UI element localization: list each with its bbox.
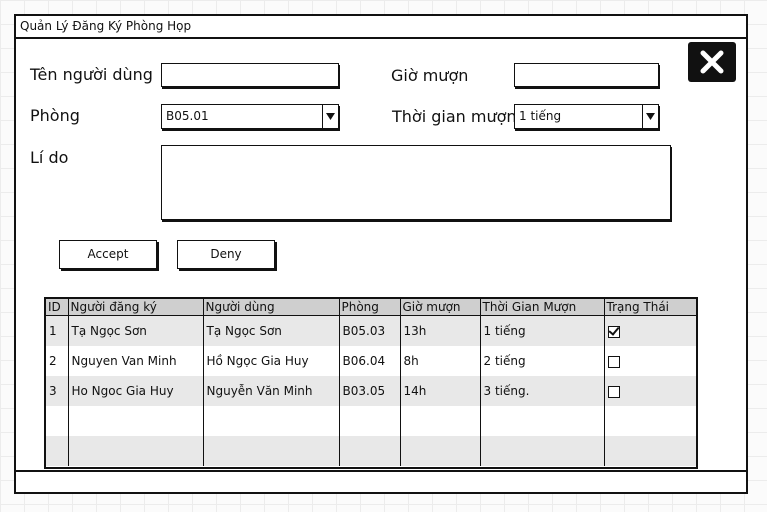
main-window: Quản Lý Đăng Ký Phòng Họp Tên người dùng… — [14, 14, 748, 494]
column-header-room[interactable]: Phòng — [339, 299, 401, 316]
duration-select-value: 1 tiếng — [519, 109, 562, 123]
cell-user: Hồ Ngọc Gia Huy — [203, 346, 340, 376]
cell-id: 2 — [46, 346, 69, 376]
table-row[interactable]: 1 Tạ Ngọc Sơn Tạ Ngọc Sơn B05.03 13h 1 t… — [46, 315, 696, 346]
accept-button[interactable]: Accept — [59, 240, 157, 269]
cell-room: B06.04 — [339, 346, 401, 376]
cell-time: 8h — [400, 346, 481, 376]
column-header-registrant[interactable]: Người đăng ký — [68, 299, 204, 316]
close-icon — [700, 50, 724, 74]
table-row[interactable]: 2 Nguyen Van Minh Hồ Ngọc Gia Huy B06.04… — [46, 346, 696, 376]
cell-registrant: Ho Ngoc Gia Huy — [68, 376, 204, 406]
column-header-time[interactable]: Giờ mượn — [400, 299, 481, 316]
deny-button[interactable]: Deny — [177, 240, 275, 269]
cell-user: Tạ Ngọc Sơn — [203, 315, 340, 346]
cell-duration: 2 tiếng — [480, 346, 605, 376]
column-header-status[interactable]: Trạng Thái — [604, 299, 696, 316]
checkbox-icon[interactable] — [607, 325, 620, 338]
cell-duration: 3 tiếng. — [480, 376, 605, 406]
table-row[interactable]: 3 Ho Ngoc Gia Huy Nguyễn Văn Minh B03.05… — [46, 376, 696, 406]
cell-status — [604, 315, 696, 346]
close-button[interactable] — [688, 42, 736, 82]
user-input[interactable] — [161, 63, 339, 87]
cell-status — [604, 346, 696, 376]
column-header-user[interactable]: Người dùng — [203, 299, 340, 316]
time-label: Giờ mượn — [391, 66, 469, 85]
table-row-empty — [46, 436, 696, 466]
cell-duration: 1 tiếng — [480, 315, 605, 346]
status-bar — [16, 470, 746, 492]
table-row-empty — [46, 406, 696, 436]
chevron-down-icon[interactable] — [322, 105, 338, 128]
cell-user: Nguyễn Văn Minh — [203, 376, 340, 406]
table-header-row: ID Người đăng ký Người dùng Phòng Giờ mư… — [46, 299, 696, 316]
reason-label: Lí do — [30, 148, 69, 167]
room-select-value: B05.01 — [166, 109, 209, 123]
cell-time: 13h — [400, 315, 481, 346]
chevron-down-icon[interactable] — [642, 105, 658, 128]
duration-label: Thời gian mượn — [392, 107, 517, 126]
window-title: Quản Lý Đăng Ký Phòng Họp — [16, 16, 746, 39]
duration-select[interactable]: 1 tiếng — [514, 104, 659, 129]
cell-id: 3 — [46, 376, 69, 406]
checkbox-icon[interactable] — [607, 355, 620, 368]
room-select[interactable]: B05.01 — [161, 104, 339, 129]
column-header-duration[interactable]: Thời Gian Mượn — [480, 299, 605, 316]
user-label: Tên người dùng — [30, 65, 153, 84]
registration-table: ID Người đăng ký Người dùng Phòng Giờ mư… — [44, 297, 698, 469]
checkbox-icon[interactable] — [607, 385, 620, 398]
cell-registrant: Tạ Ngọc Sơn — [68, 315, 204, 346]
column-header-id[interactable]: ID — [46, 299, 69, 316]
time-input[interactable] — [514, 63, 659, 87]
cell-id: 1 — [46, 315, 69, 346]
room-label: Phòng — [30, 106, 80, 125]
reason-textarea[interactable] — [161, 145, 671, 220]
cell-time: 14h — [400, 376, 481, 406]
cell-status — [604, 376, 696, 406]
cell-registrant: Nguyen Van Minh — [68, 346, 204, 376]
cell-room: B05.03 — [339, 315, 401, 346]
cell-room: B03.05 — [339, 376, 401, 406]
